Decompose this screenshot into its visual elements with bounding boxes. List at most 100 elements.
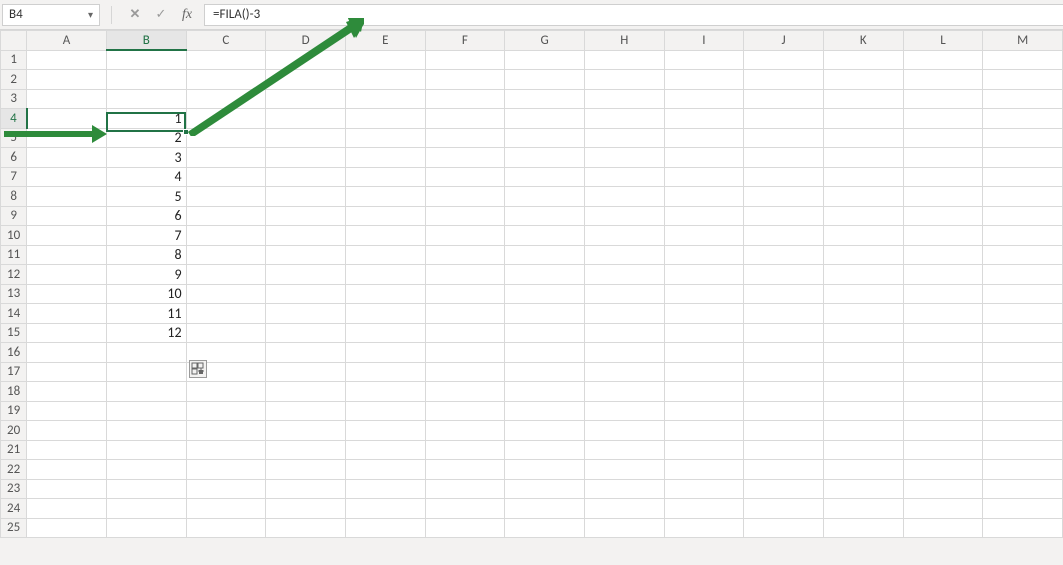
cell-E9[interactable] [345, 206, 425, 226]
cell-K21[interactable] [823, 440, 903, 460]
cell-F24[interactable] [425, 499, 505, 519]
cell-H21[interactable] [584, 440, 664, 460]
column-header-I[interactable]: I [664, 31, 744, 51]
cell-G10[interactable] [505, 226, 585, 246]
cell-E7[interactable] [345, 167, 425, 187]
cell-A11[interactable] [27, 245, 107, 265]
cell-H13[interactable] [584, 284, 664, 304]
cell-M17[interactable] [983, 362, 1063, 382]
cell-D12[interactable] [266, 265, 346, 285]
row-header-8[interactable]: 8 [1, 187, 27, 207]
column-header-D[interactable]: D [266, 31, 346, 51]
cell-D20[interactable] [266, 421, 346, 441]
row-header-9[interactable]: 9 [1, 206, 27, 226]
cell-J10[interactable] [744, 226, 824, 246]
cell-K23[interactable] [823, 479, 903, 499]
cell-I24[interactable] [664, 499, 744, 519]
cell-C23[interactable] [186, 479, 266, 499]
cell-D10[interactable] [266, 226, 346, 246]
cell-B18[interactable] [106, 382, 186, 402]
cell-M3[interactable] [983, 89, 1063, 109]
cell-F11[interactable] [425, 245, 505, 265]
cell-H11[interactable] [584, 245, 664, 265]
row-header-5[interactable]: 5 [1, 128, 27, 148]
cell-A4[interactable] [27, 109, 107, 129]
cell-H1[interactable] [584, 50, 664, 70]
cell-I15[interactable] [664, 323, 744, 343]
cell-B15[interactable]: 12 [106, 323, 186, 343]
cell-L16[interactable] [903, 343, 983, 363]
cell-E13[interactable] [345, 284, 425, 304]
cell-A16[interactable] [27, 343, 107, 363]
cell-D15[interactable] [266, 323, 346, 343]
cell-C19[interactable] [186, 401, 266, 421]
cell-M12[interactable] [983, 265, 1063, 285]
cell-F1[interactable] [425, 50, 505, 70]
cell-C25[interactable] [186, 518, 266, 538]
cell-L13[interactable] [903, 284, 983, 304]
cell-H9[interactable] [584, 206, 664, 226]
formula-input[interactable]: =FILA()-3 [204, 4, 1063, 26]
cell-E10[interactable] [345, 226, 425, 246]
cell-L14[interactable] [903, 304, 983, 324]
cell-J12[interactable] [744, 265, 824, 285]
cell-I13[interactable] [664, 284, 744, 304]
cell-J2[interactable] [744, 70, 824, 90]
cell-L6[interactable] [903, 148, 983, 168]
cell-F12[interactable] [425, 265, 505, 285]
cell-I10[interactable] [664, 226, 744, 246]
cell-G20[interactable] [505, 421, 585, 441]
cell-K10[interactable] [823, 226, 903, 246]
cell-H25[interactable] [584, 518, 664, 538]
cell-H10[interactable] [584, 226, 664, 246]
cell-I25[interactable] [664, 518, 744, 538]
cell-M20[interactable] [983, 421, 1063, 441]
cell-A22[interactable] [27, 460, 107, 480]
cell-H14[interactable] [584, 304, 664, 324]
cell-A5[interactable] [27, 128, 107, 148]
cell-H3[interactable] [584, 89, 664, 109]
column-header-C[interactable]: C [186, 31, 266, 51]
cell-C2[interactable] [186, 70, 266, 90]
cell-M21[interactable] [983, 440, 1063, 460]
cell-C24[interactable] [186, 499, 266, 519]
row-header-17[interactable]: 17 [1, 362, 27, 382]
cell-D18[interactable] [266, 382, 346, 402]
row-header-20[interactable]: 20 [1, 421, 27, 441]
cell-I16[interactable] [664, 343, 744, 363]
cell-I4[interactable] [664, 109, 744, 129]
cell-G15[interactable] [505, 323, 585, 343]
cell-E20[interactable] [345, 421, 425, 441]
cell-H4[interactable] [584, 109, 664, 129]
cell-H18[interactable] [584, 382, 664, 402]
cell-E5[interactable] [345, 128, 425, 148]
cell-G8[interactable] [505, 187, 585, 207]
cell-G21[interactable] [505, 440, 585, 460]
cell-E3[interactable] [345, 89, 425, 109]
cell-G16[interactable] [505, 343, 585, 363]
cell-D8[interactable] [266, 187, 346, 207]
cell-D3[interactable] [266, 89, 346, 109]
cell-C5[interactable] [186, 128, 266, 148]
cell-F20[interactable] [425, 421, 505, 441]
cell-C22[interactable] [186, 460, 266, 480]
row-header-24[interactable]: 24 [1, 499, 27, 519]
cell-F7[interactable] [425, 167, 505, 187]
cell-L7[interactable] [903, 167, 983, 187]
cell-A24[interactable] [27, 499, 107, 519]
column-header-A[interactable]: A [27, 31, 107, 51]
cell-D9[interactable] [266, 206, 346, 226]
cell-B9[interactable]: 6 [106, 206, 186, 226]
cell-H6[interactable] [584, 148, 664, 168]
cell-D22[interactable] [266, 460, 346, 480]
cell-J7[interactable] [744, 167, 824, 187]
cell-B4[interactable]: 1 [106, 109, 186, 129]
cell-A9[interactable] [27, 206, 107, 226]
cell-D1[interactable] [266, 50, 346, 70]
cell-J17[interactable] [744, 362, 824, 382]
cell-L19[interactable] [903, 401, 983, 421]
cell-E4[interactable] [345, 109, 425, 129]
cell-L20[interactable] [903, 421, 983, 441]
cell-I21[interactable] [664, 440, 744, 460]
cell-G12[interactable] [505, 265, 585, 285]
